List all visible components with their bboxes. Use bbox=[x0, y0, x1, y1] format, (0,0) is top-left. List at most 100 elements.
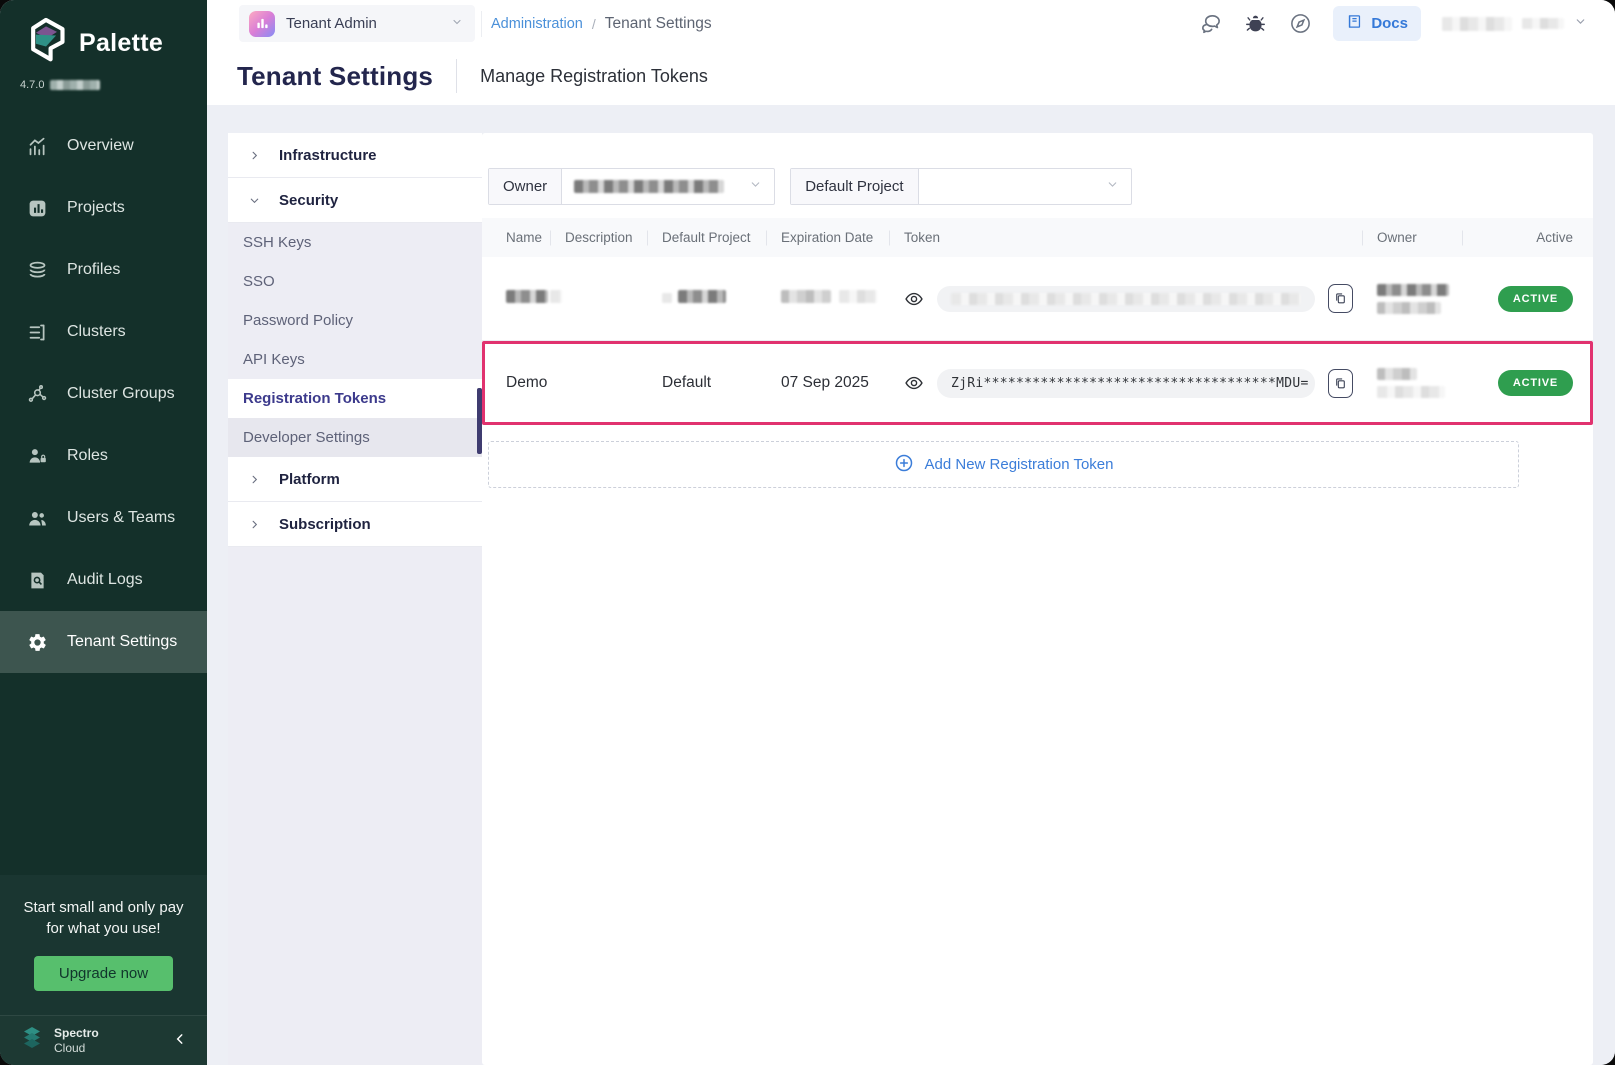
scrollbar-thumb[interactable] bbox=[477, 388, 482, 454]
clusters-list-icon bbox=[27, 322, 48, 343]
sidebar-item-roles[interactable]: Roles bbox=[0, 425, 207, 487]
sidebar-footer: Spectro Cloud bbox=[0, 1015, 207, 1065]
promo-line2: for what you use! bbox=[16, 918, 191, 940]
redacted-value bbox=[781, 290, 831, 303]
tenant-admin-bars-icon bbox=[249, 11, 275, 37]
promo-line1: Start small and only pay bbox=[16, 897, 191, 919]
sidebar-item-projects[interactable]: Projects bbox=[0, 177, 207, 239]
sidebar-item-tenant-settings[interactable]: Tenant Settings bbox=[0, 611, 207, 673]
table-header: Name Description Default Project Expirat… bbox=[482, 218, 1593, 257]
sidebar-nav: Overview Projects Profiles Clusters Clus… bbox=[0, 115, 207, 673]
table-row-demo[interactable]: Demo Default 07 Sep 2025 ZjRi***********… bbox=[482, 341, 1593, 425]
help-compass-icon[interactable] bbox=[1288, 12, 1312, 36]
redacted-value bbox=[839, 290, 877, 303]
owner-filter: Owner bbox=[488, 168, 775, 205]
version-label: 4.7.0 bbox=[0, 79, 207, 91]
sidebar-item-overview[interactable]: Overview bbox=[0, 115, 207, 177]
copy-token-icon[interactable] bbox=[1328, 284, 1353, 313]
sidebar-item-users-teams[interactable]: Users & Teams bbox=[0, 487, 207, 549]
registration-tokens-card: Owner Default Project bbox=[482, 133, 1593, 1065]
chevron-right-icon bbox=[249, 474, 260, 485]
main-area: Tenant Admin Administration / Tenant Set… bbox=[207, 0, 1615, 1065]
collapse-sidebar-icon[interactable] bbox=[173, 1031, 187, 1050]
breadcrumb-administration-link[interactable]: Administration bbox=[491, 16, 583, 32]
profiles-stack-icon bbox=[27, 260, 48, 281]
page-subtitle: Manage Registration Tokens bbox=[480, 66, 708, 87]
brand-logo-row: Palette bbox=[0, 0, 207, 70]
chevron-down-icon bbox=[1574, 15, 1587, 33]
token-value: ZjRi************************************… bbox=[937, 369, 1315, 398]
filters-row: Owner Default Project bbox=[482, 133, 1593, 205]
redacted-value bbox=[678, 290, 726, 303]
chevron-down-icon bbox=[249, 195, 260, 206]
sidebar-item-audit-logs[interactable]: Audit Logs bbox=[0, 549, 207, 611]
company-name: Spectro Cloud bbox=[54, 1026, 99, 1055]
nav-item-password-policy[interactable]: Password Policy bbox=[228, 301, 482, 340]
section-security[interactable]: Security bbox=[228, 178, 482, 223]
redacted-value bbox=[1377, 368, 1417, 380]
plus-circle-icon bbox=[894, 453, 914, 477]
owner-filter-label: Owner bbox=[489, 169, 562, 204]
overview-chart-icon bbox=[27, 136, 48, 157]
redacted-value bbox=[1377, 386, 1445, 398]
default-project-filter-select[interactable] bbox=[919, 169, 1131, 204]
section-subscription[interactable]: Subscription bbox=[228, 502, 482, 547]
default-project-filter-label: Default Project bbox=[791, 169, 918, 204]
nav-item-sso[interactable]: SSO bbox=[228, 262, 482, 301]
users-teams-icon bbox=[27, 508, 48, 529]
nav-item-ssh-keys[interactable]: SSH Keys bbox=[228, 223, 482, 262]
chevron-down-icon bbox=[1106, 178, 1119, 196]
column-header-expiration-date: Expiration Date bbox=[781, 230, 904, 245]
gear-icon bbox=[27, 632, 48, 653]
upgrade-promo: Start small and only pay for what you us… bbox=[0, 875, 207, 1016]
redacted-value bbox=[951, 293, 1301, 305]
redacted-value bbox=[574, 180, 724, 193]
settings-nav-filler bbox=[228, 547, 482, 1065]
sidebar-item-cluster-groups[interactable]: Cluster Groups bbox=[0, 363, 207, 425]
projects-icon bbox=[27, 198, 48, 219]
sidebar-item-profiles[interactable]: Profiles bbox=[0, 239, 207, 301]
redacted-value bbox=[1377, 284, 1449, 296]
token-value-redacted bbox=[937, 286, 1315, 312]
redacted-value bbox=[662, 293, 672, 303]
workspace-label: Tenant Admin bbox=[286, 15, 377, 32]
redacted-value bbox=[1442, 17, 1512, 31]
docs-button[interactable]: Docs bbox=[1333, 6, 1421, 41]
column-header-active: Active bbox=[1477, 230, 1573, 245]
add-registration-token-button[interactable]: Add New Registration Token bbox=[488, 441, 1519, 488]
settings-nav: Infrastructure Security SSH Keys SSO Pas… bbox=[228, 133, 482, 1065]
show-token-eye-icon[interactable] bbox=[904, 289, 924, 309]
table-row[interactable]: ACTIVE bbox=[482, 257, 1593, 341]
nav-item-developer-settings[interactable]: Developer Settings bbox=[228, 418, 482, 457]
topbar-actions: Docs bbox=[1198, 6, 1587, 41]
breadcrumb: Administration / Tenant Settings bbox=[491, 15, 712, 33]
owner-filter-select[interactable] bbox=[562, 169, 774, 204]
roles-user-lock-icon bbox=[27, 446, 48, 467]
upgrade-now-button[interactable]: Upgrade now bbox=[34, 956, 173, 991]
audit-logs-icon bbox=[27, 570, 48, 591]
breadcrumb-current: Tenant Settings bbox=[605, 15, 712, 33]
sidebar: Palette 4.7.0 Overview Projects Profiles… bbox=[0, 0, 207, 1065]
workspace-selector[interactable]: Tenant Admin bbox=[239, 5, 475, 42]
nav-item-registration-tokens[interactable]: Registration Tokens bbox=[228, 379, 482, 418]
column-header-name: Name bbox=[506, 230, 565, 245]
user-menu[interactable] bbox=[1442, 15, 1587, 33]
chevron-down-icon bbox=[749, 178, 762, 196]
chat-icon[interactable] bbox=[1198, 12, 1222, 36]
redacted-value bbox=[1377, 302, 1441, 314]
divider bbox=[481, 11, 482, 37]
default-project-filter: Default Project bbox=[790, 168, 1131, 205]
bug-report-icon[interactable] bbox=[1243, 12, 1267, 36]
redacted-value bbox=[550, 290, 562, 303]
card-empty-space bbox=[482, 488, 1593, 1065]
chevron-right-icon bbox=[249, 150, 260, 161]
section-platform[interactable]: Platform bbox=[228, 457, 482, 502]
show-token-eye-icon[interactable] bbox=[904, 373, 924, 393]
copy-token-icon[interactable] bbox=[1328, 369, 1353, 398]
sidebar-item-clusters[interactable]: Clusters bbox=[0, 301, 207, 363]
page-title: Tenant Settings bbox=[237, 61, 433, 92]
nav-item-api-keys[interactable]: API Keys bbox=[228, 340, 482, 379]
section-infrastructure[interactable]: Infrastructure bbox=[228, 133, 482, 178]
palette-logo-icon bbox=[24, 17, 68, 70]
cluster-groups-network-icon bbox=[27, 384, 48, 405]
